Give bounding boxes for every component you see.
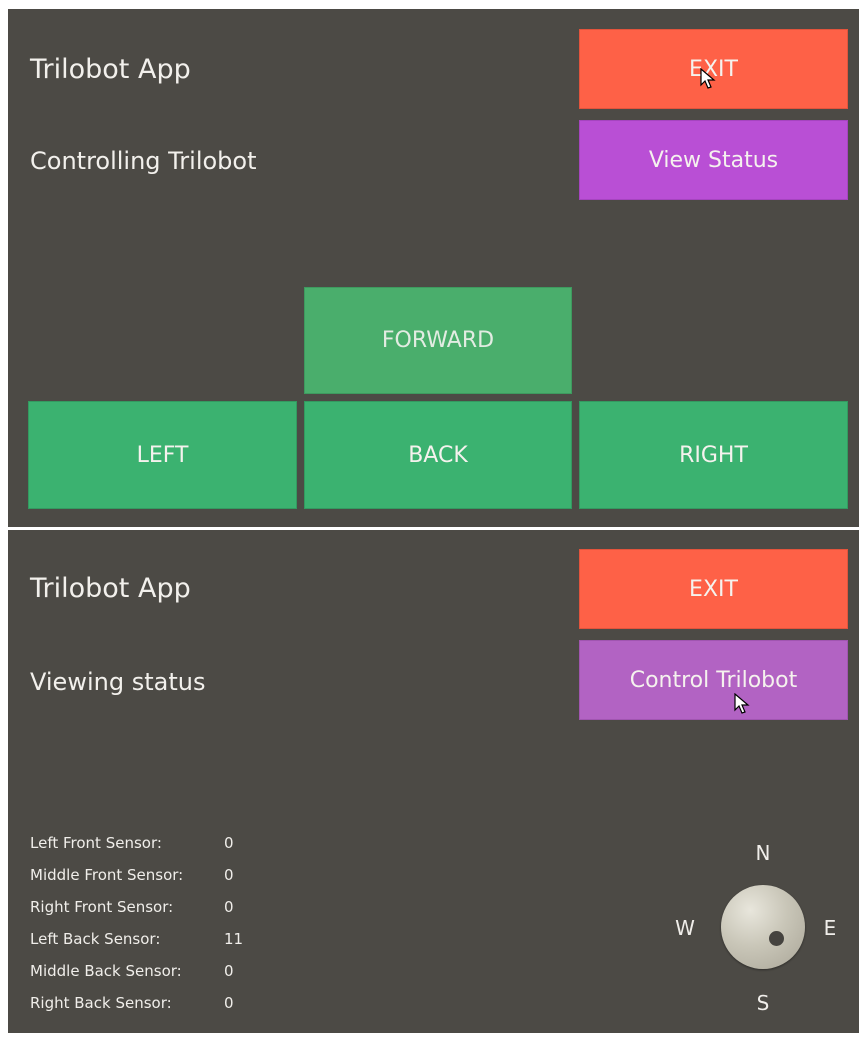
sensor-value: 0 (224, 834, 234, 852)
back-button[interactable]: BACK (304, 401, 572, 509)
sensor-label: Right Back Sensor: (30, 994, 172, 1012)
app-title: Trilobot App (30, 573, 191, 604)
forward-button[interactable]: FORWARD (304, 287, 572, 394)
right-button-label: RIGHT (679, 442, 748, 468)
back-button-label: BACK (408, 442, 468, 468)
sensor-value: 0 (224, 898, 234, 916)
sensor-label: Left Front Sensor: (30, 834, 162, 852)
view-status-button-label: View Status (648, 147, 779, 173)
sensor-label: Middle Back Sensor: (30, 962, 182, 980)
exit-button[interactable]: EXIT (579, 549, 848, 629)
mouse-pointer-icon (734, 693, 750, 714)
control-panel: Trilobot App Controlling Trilobot EXIT V… (8, 9, 859, 527)
sensor-label: Right Front Sensor: (30, 898, 174, 916)
sensor-value: 11 (224, 930, 244, 948)
compass-west-label: W (675, 916, 695, 940)
app-title: Trilobot App (30, 54, 191, 85)
compass-south-label: S (756, 991, 770, 1015)
sensor-value: 0 (224, 866, 234, 884)
mode-label: Controlling Trilobot (30, 147, 257, 175)
sensor-value: 0 (224, 962, 234, 980)
control-trilobot-button[interactable]: Control Trilobot (579, 640, 848, 720)
mouse-pointer-icon (700, 68, 716, 89)
sensor-label: Left Back Sensor: (30, 930, 161, 948)
status-panel: Trilobot App Viewing status EXIT Control… (8, 530, 859, 1033)
left-button[interactable]: LEFT (28, 401, 297, 509)
compass-east-label: E (823, 916, 837, 940)
control-trilobot-button-label: Control Trilobot (629, 667, 798, 693)
sensor-label: Middle Front Sensor: (30, 866, 184, 884)
compass-heading-dot (769, 931, 784, 946)
view-status-button[interactable]: View Status (579, 120, 848, 200)
compass-dial-icon[interactable] (721, 885, 805, 969)
right-button[interactable]: RIGHT (579, 401, 848, 509)
exit-button-label: EXIT (689, 576, 738, 602)
compass-north-label: N (755, 841, 771, 865)
forward-button-label: FORWARD (381, 328, 495, 353)
left-button-label: LEFT (136, 442, 189, 468)
mode-label: Viewing status (30, 668, 206, 696)
sensor-value: 0 (224, 994, 234, 1012)
